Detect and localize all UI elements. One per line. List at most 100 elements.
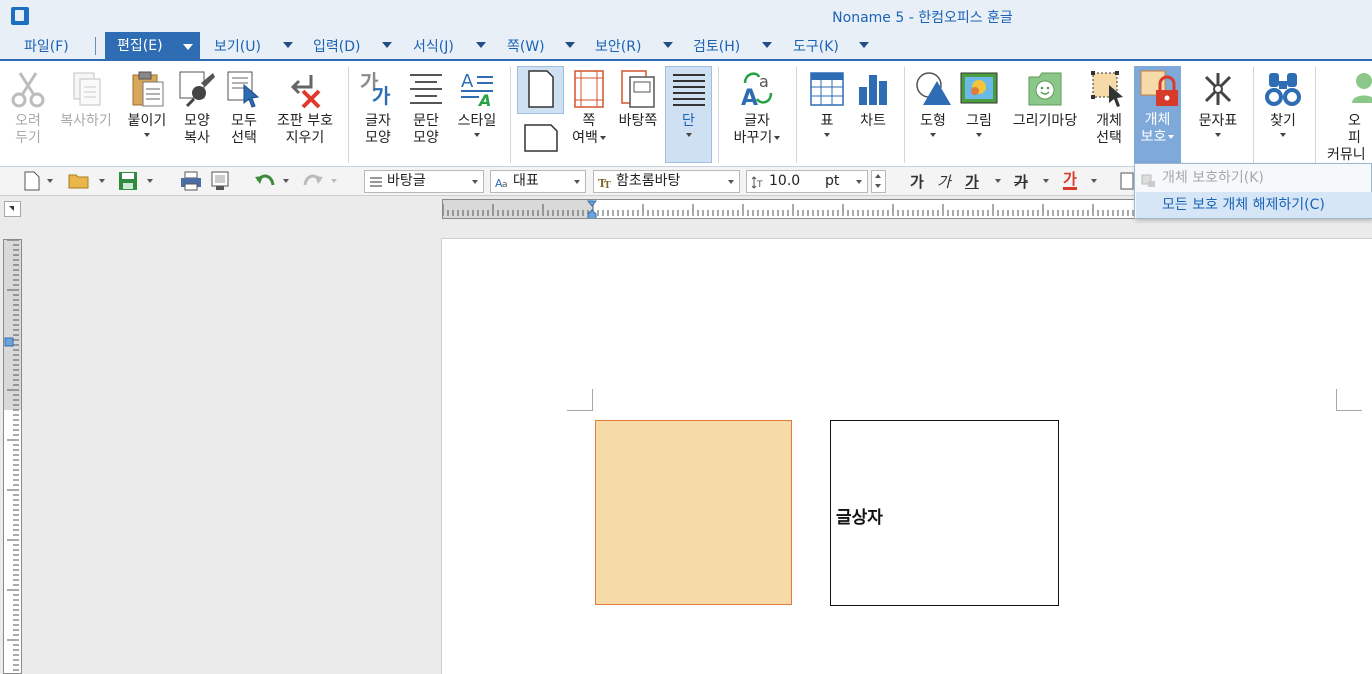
- print-icon[interactable]: [180, 171, 202, 191]
- format-painter-icon: [177, 69, 217, 109]
- style-icon: AA: [457, 69, 497, 110]
- ribbon-separator: [904, 67, 905, 163]
- chevron-up-icon[interactable]: [875, 174, 881, 178]
- picture-button[interactable]: 그림: [958, 63, 1000, 137]
- chevron-down-icon[interactable]: [476, 42, 486, 48]
- font-color-button[interactable]: 가: [1063, 171, 1077, 190]
- menu-separator: [95, 37, 96, 55]
- chevron-down-icon[interactable]: [859, 42, 869, 48]
- protect-object-item[interactable]: 개체 보호하기(K): [1136, 165, 1372, 191]
- shapes-label: 도형: [920, 113, 946, 129]
- vertical-ruler[interactable]: [3, 239, 22, 674]
- chevron-down-icon[interactable]: [1091, 179, 1097, 183]
- chevron-down-icon[interactable]: [995, 179, 1001, 183]
- crop-mark: [1336, 389, 1362, 411]
- unprotect-all-item[interactable]: 모든 보호 개체 해제하기(C): [1136, 192, 1372, 218]
- menu-security[interactable]: 보안(R): [595, 36, 641, 59]
- strikethrough-button[interactable]: 가: [1014, 171, 1028, 192]
- font-select[interactable]: TT 함초롬바탕: [593, 170, 740, 193]
- redo-icon[interactable]: [302, 171, 324, 191]
- para-shape-button[interactable]: 문단 모양: [404, 63, 448, 147]
- shapes-button[interactable]: 도형: [912, 63, 954, 137]
- chevron-down-icon[interactable]: [183, 44, 193, 50]
- page-margin-button[interactable]: 쪽 여백: [567, 63, 611, 147]
- cut-button[interactable]: 오려 두기: [4, 63, 52, 147]
- find-button[interactable]: 찾기: [1261, 63, 1305, 137]
- chart-button[interactable]: 차트: [852, 63, 894, 130]
- document-page[interactable]: 글상자: [441, 238, 1372, 674]
- object-protect-button[interactable]: 개체 보호: [1134, 66, 1181, 163]
- select-all-label-2: 선택: [231, 130, 257, 146]
- chevron-down-icon: [574, 180, 580, 184]
- chevron-down-icon[interactable]: [283, 179, 289, 183]
- remove-marks-button[interactable]: 조판 부호 지우기: [271, 63, 339, 147]
- align-icon[interactable]: [1120, 171, 1134, 191]
- menu-format[interactable]: 서식(J): [413, 36, 454, 59]
- chevron-down-icon: [774, 136, 781, 140]
- char-map-button[interactable]: 문자표: [1191, 63, 1245, 137]
- page-landscape-button[interactable]: [517, 119, 564, 157]
- select-all-button[interactable]: 모두 선택: [222, 63, 266, 147]
- ribbon-separator: [796, 67, 797, 163]
- community-icon: [1348, 69, 1372, 109]
- style-select-value: 바탕글: [387, 173, 426, 189]
- menu-edit[interactable]: 편집(E): [105, 32, 200, 61]
- char-replace-button[interactable]: Aa 글자 바꾸기: [728, 63, 786, 147]
- app-icon[interactable]: [11, 7, 29, 25]
- print-preview-icon[interactable]: [210, 171, 230, 191]
- menu-view[interactable]: 보기(U): [214, 36, 261, 59]
- chevron-down-icon[interactable]: [1043, 179, 1049, 183]
- landscape-page-icon: [521, 121, 561, 153]
- menu-file[interactable]: 파일(F): [24, 36, 69, 59]
- save-icon[interactable]: [118, 171, 138, 191]
- font-size-spinner[interactable]: [871, 170, 886, 193]
- style-button[interactable]: AA 스타일: [452, 63, 502, 137]
- char-shape-button[interactable]: 가가 글자 모양: [356, 63, 400, 147]
- drawing-gallery-button[interactable]: 그리기마당: [1005, 63, 1085, 130]
- italic-button[interactable]: 가: [937, 171, 951, 192]
- menu-review[interactable]: 검토(H): [693, 36, 740, 59]
- new-document-icon[interactable]: [24, 171, 40, 191]
- chevron-down-icon[interactable]: [875, 184, 881, 188]
- menu-tools[interactable]: 도구(K): [793, 36, 839, 59]
- chevron-down-icon[interactable]: [762, 42, 772, 48]
- ruler-toggle-button[interactable]: [4, 201, 21, 217]
- chevron-down-icon[interactable]: [47, 179, 53, 183]
- underline-button[interactable]: 가: [965, 171, 979, 192]
- office-community-button[interactable]: 오피 커뮤니: [1322, 63, 1372, 164]
- bar-chart-icon: [853, 69, 893, 109]
- chevron-down-icon[interactable]: [663, 42, 673, 48]
- columns-button[interactable]: 단: [665, 66, 712, 163]
- undo-icon[interactable]: [254, 171, 276, 191]
- chevron-down-icon[interactable]: [565, 42, 575, 48]
- chevron-down-icon[interactable]: [283, 42, 293, 48]
- text-box[interactable]: 글상자: [830, 420, 1059, 606]
- para-shape-label-1: 문단: [413, 113, 439, 129]
- object-select-button[interactable]: 개체 선택: [1088, 63, 1130, 147]
- master-page-button[interactable]: 바탕쪽: [613, 63, 663, 130]
- chevron-down-icon[interactable]: [99, 179, 105, 183]
- format-painter-button[interactable]: 모양 복사: [176, 63, 218, 147]
- bold-button[interactable]: 가: [910, 171, 924, 192]
- clipboard-icon: [127, 69, 167, 109]
- font-size-input[interactable]: T 10.0 pt: [746, 170, 868, 193]
- paste-button[interactable]: 붙이기: [122, 63, 172, 137]
- rectangle-shape[interactable]: [595, 420, 792, 605]
- chevron-down-icon[interactable]: [382, 42, 392, 48]
- text-box-content[interactable]: 글상자: [836, 503, 883, 528]
- select-all-icon: [224, 69, 264, 109]
- table-button[interactable]: 표: [806, 63, 848, 137]
- chevron-down-icon[interactable]: [147, 179, 153, 183]
- vertical-marker-icon[interactable]: [4, 336, 14, 347]
- menu-edit-label: 편집(E): [117, 38, 163, 54]
- font-lang-select[interactable]: Aa 대표: [490, 170, 586, 193]
- master-page-icon: [618, 69, 658, 109]
- style-select[interactable]: 바탕글: [364, 170, 484, 193]
- copy-button[interactable]: 복사하기: [55, 63, 117, 130]
- menu-insert[interactable]: 입력(D): [313, 36, 360, 59]
- open-folder-icon[interactable]: [68, 171, 90, 191]
- object-select-label-2: 선택: [1096, 130, 1122, 146]
- page-portrait-button[interactable]: [517, 66, 564, 114]
- indent-marker-icon[interactable]: [586, 200, 598, 218]
- menu-page[interactable]: 쪽(W): [507, 36, 545, 59]
